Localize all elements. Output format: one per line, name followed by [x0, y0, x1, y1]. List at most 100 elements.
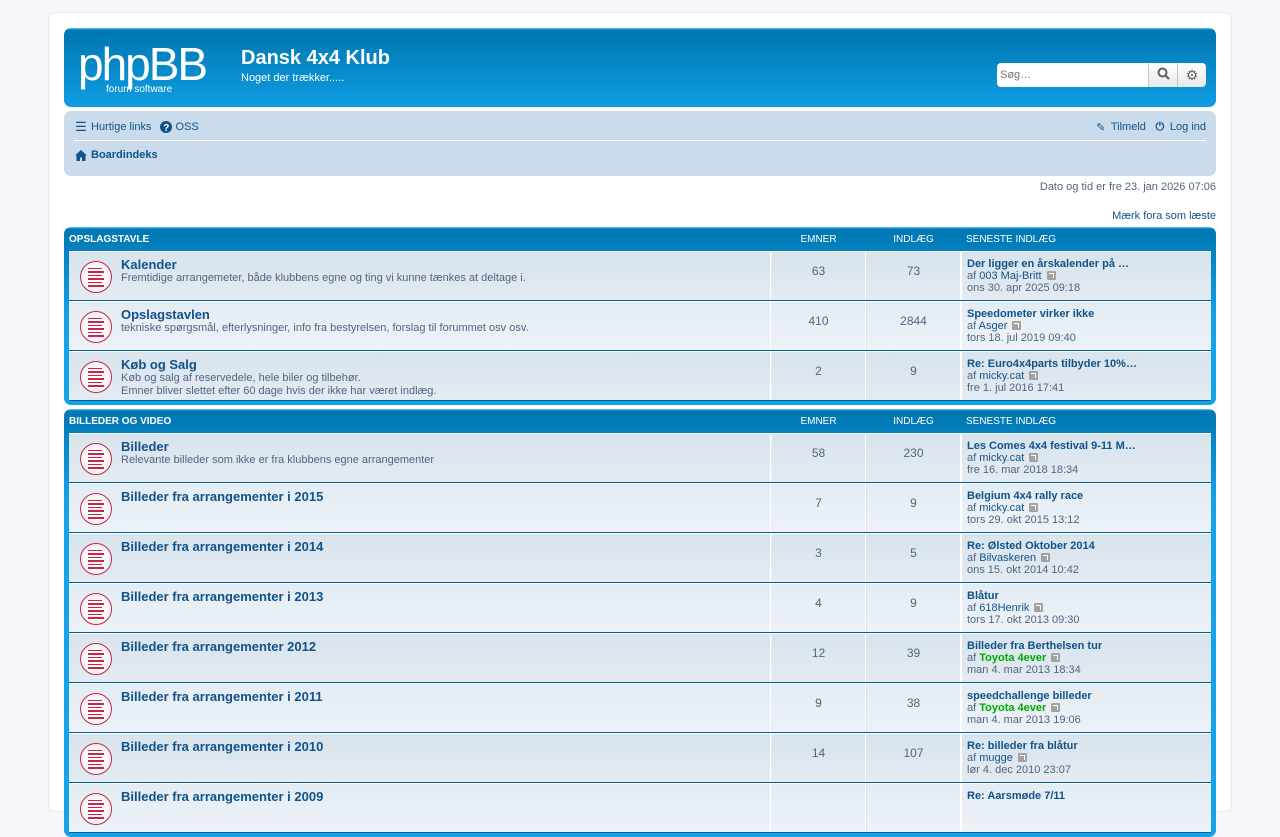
last-post-author-link[interactable]: Bilvaskeren [979, 552, 1036, 564]
view-latest-post-icon[interactable] [1029, 453, 1039, 462]
topics-count: 4 [771, 584, 866, 632]
forum-title-link[interactable]: Billeder fra arrangementer 2012 [121, 639, 316, 654]
edit-icon: ✎ [1096, 121, 1106, 134]
category-title-link[interactable]: OPSLAGSTAVLE [69, 234, 149, 245]
last-post-title-link[interactable]: Billeder fra Berthelsen tur [967, 640, 1211, 652]
phpbb-logo[interactable]: phpBB forum software [78, 42, 230, 94]
view-latest-post-icon[interactable] [1041, 553, 1051, 562]
last-post-author-link[interactable]: mugge [979, 752, 1013, 764]
quick-links-menu[interactable]: ☰ Hurtige links [74, 119, 151, 134]
last-post-date: man 4. mar 2013 18:34 [967, 664, 1081, 676]
view-latest-post-icon[interactable] [1034, 603, 1044, 612]
last-post-title-link[interactable]: Belgium 4x4 rally race [967, 490, 1211, 502]
register-link[interactable]: ✎ Tilmeld [1094, 120, 1146, 134]
forum-title-link[interactable]: Billeder [121, 439, 169, 454]
forum-title-link[interactable]: Køb og Salg [121, 357, 197, 372]
site-title[interactable]: Dansk 4x4 Klub [241, 47, 390, 70]
last-post-date: ons 30. apr 2025 09:18 [967, 282, 1081, 294]
by-label: af [967, 370, 977, 382]
topics-count: 58 [771, 434, 866, 482]
topics-count: 63 [771, 252, 866, 300]
last-post: Re: billeder fra blåtur af mugge lør 4. … [961, 734, 1211, 782]
forum-title-link[interactable]: Billeder fra arrangementer i 2010 [121, 739, 323, 754]
navbar: ☰ Hurtige links ? OSS ✎ Tilmeld ⏻ Log ind Bo… [64, 111, 1216, 176]
last-post-title-link[interactable]: Re: Euro4x4parts tilbyder 10%… [967, 358, 1211, 370]
last-post-author-link[interactable]: 618Henrik [979, 602, 1029, 614]
forum-description: Emner bliver slettet efter 60 dage hvis … [121, 385, 437, 397]
advanced-search-button[interactable]: ⚙ [1177, 63, 1206, 87]
search-icon [1157, 67, 1170, 83]
forum-row: Billeder fra arrangementer i 2010 14 107… [69, 733, 1211, 783]
faq-link[interactable]: ? OSS [159, 120, 199, 134]
site-description: Noget der trækker..... [241, 72, 345, 84]
forum-row: Billeder Relevante billeder som ikke er f… [69, 433, 1211, 483]
last-post-date: tors 18. jul 2019 09:40 [967, 332, 1076, 344]
by-label: af [967, 552, 977, 564]
forum-title-link[interactable]: Billeder fra arrangementer i 2014 [121, 539, 323, 554]
last-post-date: fre 16. mar 2018 18:34 [967, 464, 1079, 476]
by-label: af [967, 452, 977, 464]
last-post-title-link[interactable]: Re: Ølsted Oktober 2014 [967, 540, 1211, 552]
view-latest-post-icon[interactable] [1012, 321, 1022, 330]
last-post-title-link[interactable]: Blåtur [967, 590, 1211, 602]
search-box: ⚙ [997, 63, 1206, 87]
svg-text:forum software: forum software [106, 84, 173, 94]
topics-count: 9 [771, 684, 866, 732]
view-latest-post-icon[interactable] [1051, 703, 1061, 712]
last-post-title-link[interactable]: Re: Aarsmøde 7/11 [967, 790, 1211, 802]
forum-title-link[interactable]: Billeder fra arrangementer i 2009 [121, 789, 323, 804]
last-post-title-link[interactable]: Speedometer virker ikke [967, 308, 1211, 320]
column-header-posts: INDLÆG [893, 415, 934, 427]
forum-read-icon [80, 261, 112, 293]
view-latest-post-icon[interactable] [1051, 653, 1061, 662]
posts-count: 5 [866, 534, 961, 582]
forum-read-icon [80, 493, 112, 525]
last-post-author-link[interactable]: micky.cat [979, 452, 1024, 464]
last-post: Les Comes 4x4 festival 9-11 M… af micky.… [961, 434, 1211, 482]
last-post-date: tors 29. okt 2015 13:12 [967, 514, 1080, 526]
page-wrapper: phpBB forum software Dansk 4x4 Klub Noge… [48, 12, 1232, 837]
forum-read-icon [80, 593, 112, 625]
breadcrumb-board-index[interactable]: Boardindeks [74, 148, 158, 162]
forum-title-link[interactable]: Kalender [121, 257, 177, 272]
by-label: af [967, 270, 977, 282]
last-post-author-link[interactable]: micky.cat [979, 502, 1024, 514]
last-post-title-link[interactable]: speedchallenge billeder [967, 690, 1211, 702]
last-post-date: ons 15. okt 2014 10:42 [967, 564, 1079, 576]
search-button[interactable] [1148, 63, 1177, 87]
last-post-date: fre 1. jul 2016 17:41 [967, 382, 1065, 394]
last-post-author-link[interactable]: micky.cat [979, 370, 1024, 382]
forum-row: Billeder fra arrangementer i 2014 3 5 Re… [69, 533, 1211, 583]
posts-count: 2844 [866, 302, 961, 350]
forum-title-link[interactable]: Billeder fra arrangementer i 2013 [121, 589, 323, 604]
posts-count: 107 [866, 734, 961, 782]
view-latest-post-icon[interactable] [1017, 753, 1027, 762]
posts-count: 38 [866, 684, 961, 732]
forum-read-icon [80, 311, 112, 343]
last-post-author-link[interactable]: 003 Maj-Britt [979, 270, 1041, 282]
mark-forums-read-link[interactable]: Mærk fora som læste [1112, 210, 1216, 222]
posts-count: 230 [866, 434, 961, 482]
last-post-author-link[interactable]: Asger [979, 320, 1008, 332]
view-latest-post-icon[interactable] [1029, 503, 1039, 512]
last-post-title-link[interactable]: Re: billeder fra blåtur [967, 740, 1211, 752]
forum-title-link[interactable]: Billeder fra arrangementer i 2011 [121, 689, 323, 704]
view-latest-post-icon[interactable] [1029, 371, 1039, 380]
last-post-title-link[interactable]: Les Comes 4x4 festival 9-11 M… [967, 440, 1211, 452]
forum-description: tekniske spørgsmål, efterlysninger, info… [121, 322, 529, 334]
search-input[interactable] [997, 63, 1148, 87]
last-post-author-link[interactable]: Toyota 4ever [979, 652, 1046, 664]
view-latest-post-icon[interactable] [1046, 271, 1056, 280]
column-header-topics: EMNER [800, 233, 837, 245]
svg-text:phpBB: phpBB [78, 42, 206, 90]
forum-title-link[interactable]: Billeder fra arrangementer i 2015 [121, 489, 323, 504]
forum-read-icon [80, 793, 112, 825]
topics-count: 14 [771, 734, 866, 782]
last-post-title-link[interactable]: Der ligger en årskalender på … [967, 258, 1211, 270]
category-title-link[interactable]: BILLEDER OG VIDEO [69, 416, 171, 427]
last-post-author-link[interactable]: Toyota 4ever [979, 702, 1046, 714]
gear-icon: ⚙ [1185, 66, 1199, 83]
login-link[interactable]: ⏻ Log ind [1153, 120, 1206, 134]
column-header-posts: INDLÆG [893, 233, 934, 245]
forum-title-link[interactable]: Opslagstavlen [121, 307, 210, 322]
